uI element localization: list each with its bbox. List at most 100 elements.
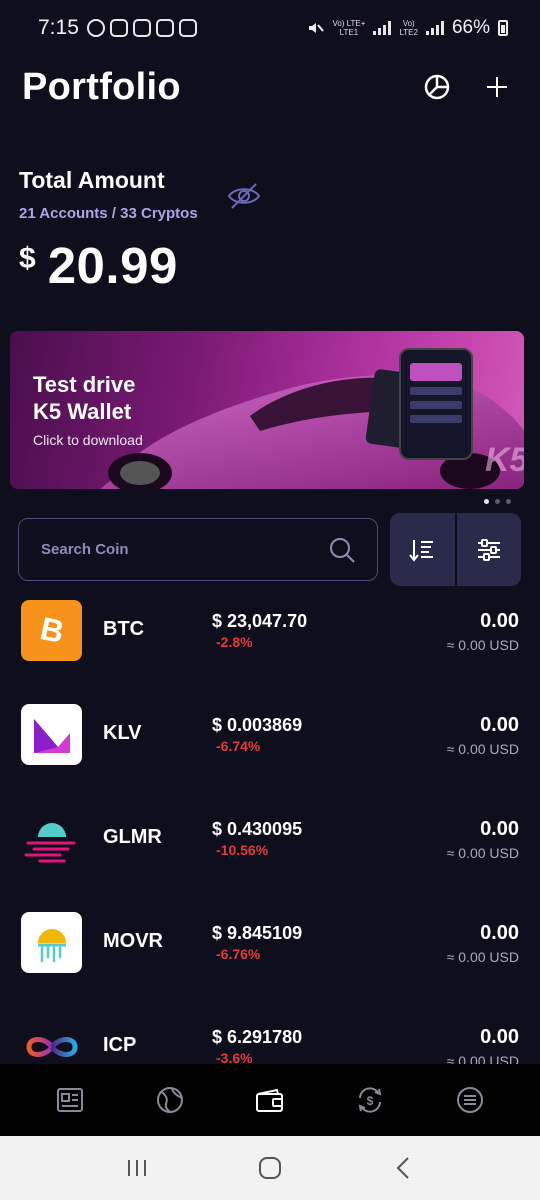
coin-price: $ 6.291780 — [212, 1027, 303, 1047]
coin-row-btc[interactable]: B BTC $ 23,047.70 -2.8% 0.00 ≈ 0.00 USD — [0, 596, 540, 700]
coin-change: -2.8% — [216, 634, 253, 650]
search-icon[interactable] — [329, 537, 355, 563]
accounts-summary: 21 Accounts / 33 Cryptos — [19, 205, 198, 222]
wallet-icon — [256, 1088, 283, 1112]
coin-change: -6.74% — [216, 738, 261, 754]
bottom-nav: $ — [0, 1064, 540, 1136]
nav-wallet[interactable] — [246, 1076, 294, 1124]
notification-icons — [86, 19, 197, 37]
coin-balance: 0.00 — [480, 714, 519, 736]
carousel-dot[interactable] — [495, 499, 500, 504]
coin-symbol: MOVR — [103, 930, 163, 952]
header: Portfolio — [22, 62, 512, 112]
back-icon — [396, 1157, 410, 1179]
hide-balance-button[interactable] — [226, 180, 262, 212]
search-box — [18, 518, 378, 581]
add-button[interactable] — [482, 72, 512, 102]
coin-balance: 0.00 — [480, 1026, 519, 1048]
battery-icon — [498, 20, 508, 36]
coin-price: $ 23,047.70 — [212, 611, 308, 631]
coin-symbol: KLV — [103, 722, 142, 744]
currency-sign: $ — [19, 242, 36, 275]
mute-icon — [309, 23, 325, 33]
moonbeam-logo-icon — [21, 808, 82, 869]
gallery-icon — [178, 19, 197, 37]
page-title: Portfolio — [22, 65, 181, 108]
status-right: Vo) LTE+ LTE1 Vo) LTE2 66% — [306, 17, 508, 39]
search-input[interactable] — [41, 541, 329, 558]
coin-price: $ 9.845109 — [212, 923, 303, 943]
promo-banner[interactable]: K5 Test drive K5 Wallet Click to downloa… — [10, 331, 524, 489]
nav-menu[interactable] — [446, 1076, 494, 1124]
coin-row-klv[interactable]: KLV $ 0.003869 -6.74% 0.00 ≈ 0.00 USD — [0, 700, 540, 804]
carousel-indicator — [484, 499, 511, 504]
home-button[interactable] — [250, 1148, 290, 1188]
svg-text:$: $ — [367, 1094, 374, 1108]
banner-title: Test drive K5 Wallet — [33, 372, 136, 424]
sort-button[interactable] — [390, 513, 455, 586]
coin-usd-value: ≈ 0.00 USD — [446, 845, 519, 861]
coin-symbol: BTC — [103, 618, 145, 640]
amount-value: 20.99 — [47, 237, 178, 294]
system-nav — [0, 1136, 540, 1200]
coin-usd-value: ≈ 0.00 USD — [446, 1053, 519, 1064]
coin-row-movr[interactable]: MOVR $ 9.845109 -6.76% 0.00 ≈ 0.00 USD — [0, 908, 540, 1012]
news-icon — [57, 1088, 83, 1112]
coin-price: $ 0.430095 — [212, 819, 303, 839]
coin-row-icp[interactable]: ICP $ 6.291780 -3.6% 0.00 ≈ 0.00 USD — [0, 1012, 540, 1064]
klever-logo-icon — [21, 704, 82, 765]
chart-button[interactable] — [422, 72, 452, 102]
globe-icon — [157, 1087, 183, 1113]
nav-swap[interactable]: $ — [346, 1076, 394, 1124]
sort-icon — [409, 539, 434, 562]
coin-balance: 0.00 — [480, 922, 519, 944]
back-button[interactable] — [383, 1148, 423, 1188]
nav-markets[interactable] — [146, 1076, 194, 1124]
coin-balance: 0.00 — [480, 818, 519, 840]
icp-logo-icon — [21, 1016, 82, 1064]
carousel-dot[interactable] — [506, 499, 511, 504]
status-bar: 7:15 Vo) LTE+ LTE1 Vo) LTE2 66% — [0, 0, 540, 56]
menu-icon — [457, 1087, 483, 1113]
coin-usd-value: ≈ 0.00 USD — [446, 949, 519, 965]
header-actions — [422, 72, 512, 102]
coin-usd-value: ≈ 0.00 USD — [446, 741, 519, 757]
list-tools — [390, 513, 521, 586]
whatsapp-icon — [86, 19, 105, 37]
total-title: Total Amount — [19, 167, 165, 193]
app-notification-icon — [132, 19, 151, 37]
coin-balance: 0.00 — [480, 610, 519, 632]
banner-subtitle: Click to download — [33, 432, 143, 448]
recent-apps-icon — [127, 1160, 146, 1176]
svg-text:K5: K5 — [485, 441, 524, 479]
coin-change: -10.56% — [216, 842, 269, 858]
coin-symbol: ICP — [103, 1034, 137, 1056]
filter-button[interactable] — [456, 513, 521, 586]
coin-row-glmr[interactable]: GLMR $ 0.430095 -10.56% 0.00 ≈ 0.00 USD — [0, 804, 540, 908]
bitcoin-logo-icon: B — [21, 600, 82, 661]
network-1: Vo) LTE+ LTE1 — [332, 19, 366, 37]
moonriver-logo-icon — [21, 912, 82, 973]
network-2: Vo) LTE2 — [399, 19, 418, 37]
coin-change: -6.76% — [216, 946, 261, 962]
car-phone-illustration: K5 — [100, 348, 524, 489]
carousel-dot[interactable] — [484, 499, 489, 504]
coin-symbol: GLMR — [103, 826, 162, 848]
total-amount: $ 20.99 — [19, 236, 178, 295]
status-time: 7:15 — [38, 16, 79, 39]
voicemail-icon — [155, 19, 174, 37]
recent-apps-button[interactable] — [117, 1148, 157, 1188]
instagram-icon — [109, 19, 128, 37]
signal-2-icon — [425, 21, 444, 35]
sliders-icon — [477, 538, 500, 561]
coin-list: B BTC $ 23,047.70 -2.8% 0.00 ≈ 0.00 USD … — [0, 596, 540, 1064]
eye-off-icon — [227, 183, 261, 209]
home-icon — [258, 1157, 281, 1179]
battery-percent: 66% — [451, 17, 490, 38]
coin-usd-value: ≈ 0.00 USD — [446, 637, 519, 653]
coin-price: $ 0.003869 — [212, 715, 303, 735]
swap-icon: $ — [358, 1087, 382, 1113]
plus-icon — [487, 77, 507, 97]
nav-news[interactable] — [46, 1076, 94, 1124]
signal-1-icon — [373, 21, 392, 35]
